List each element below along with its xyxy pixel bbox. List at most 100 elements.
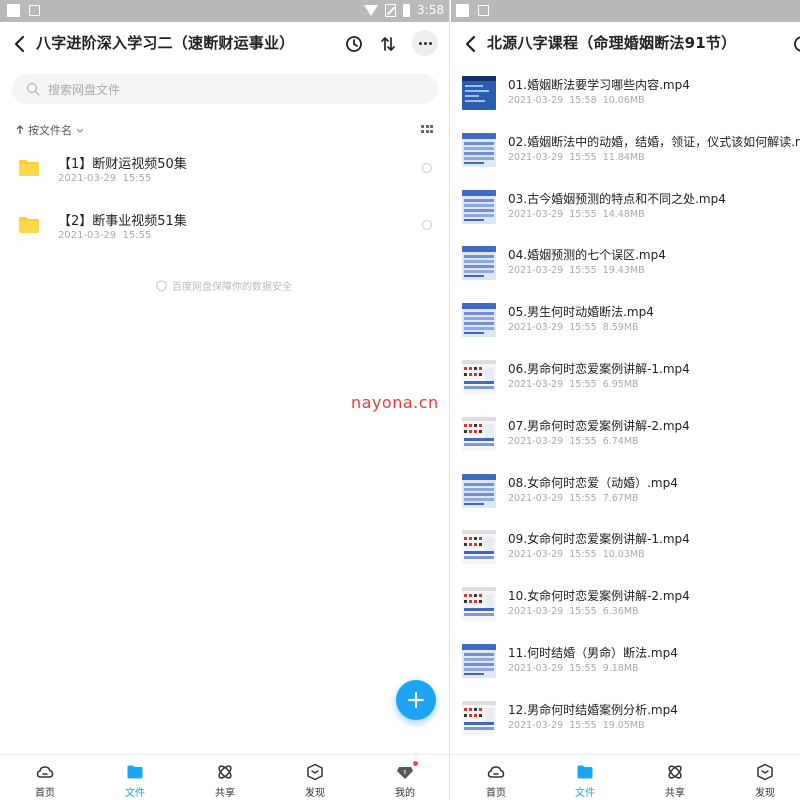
more-options-icon[interactable] — [412, 30, 438, 56]
file-size: 6.95MB — [602, 379, 639, 390]
search-icon — [26, 82, 40, 96]
tab-files[interactable]: 文件 — [110, 763, 160, 799]
file-time: 15:55 — [569, 151, 597, 163]
file-time: 15:55 — [569, 719, 597, 731]
file-row[interactable]: 02.婚姻断法中的动婚，结婚，领证，仪式该如何解读.mp4 2021-03-29 … — [451, 131, 800, 188]
file-name: 10.女命何时恋爱案例讲解-2.mp4 — [508, 589, 690, 604]
file-date: 2021-03-29 — [508, 265, 564, 277]
file-name: 04.婚姻预测的七个误区.mp4 — [508, 248, 666, 263]
file-time: 15:55 — [569, 208, 597, 220]
video-thumbnail — [462, 700, 496, 735]
svg-text:$: $ — [403, 770, 406, 776]
file-row[interactable]: 08.女命何时恋爱（动婚）.mp4 2021-03-29 15:55 7.67MB — [451, 472, 800, 529]
video-thumbnail — [462, 76, 496, 110]
file-meta: 2021-03-29 15:55 6.95MB — [508, 379, 639, 390]
folder-name: 【1】断财运视频50集 — [58, 157, 187, 172]
file-time: 15:55 — [569, 606, 597, 618]
cloud-home-icon — [487, 766, 505, 778]
chevron-down-icon — [76, 128, 84, 133]
file-date: 2021-03-29 — [508, 208, 564, 220]
tab-share[interactable]: 共享 — [200, 763, 250, 799]
file-name: 05.男生何时动婚断法.mp4 — [508, 305, 654, 320]
file-row[interactable]: 04.婚姻预测的七个误区.mp4 2021-03-29 15:55 19.43MB — [451, 244, 800, 301]
image-notification-icon — [478, 5, 489, 16]
file-meta: 2021-03-29 15:55 11.84MB — [508, 152, 645, 163]
file-row[interactable]: 11.何时结婚（男命）断法.mp4 2021-03-29 15:55 9.18MB — [451, 642, 800, 699]
file-size: 19.43MB — [602, 265, 645, 277]
image-notification-icon — [29, 5, 40, 16]
bottom-tab-bar: 首页 文件 共享 发现 $ 我的 — [0, 754, 449, 800]
file-row[interactable]: 01.婚姻断法要学习哪些内容.mp4 2021-03-29 15:58 10.06… — [451, 74, 800, 131]
sort-by-name-button[interactable]: 按文件名 — [16, 122, 84, 138]
file-meta: 2021-03-29 15:55 8.59MB — [508, 322, 639, 333]
status-icons-left-pane: 3:58 — [364, 3, 444, 17]
file-time: 15:55 — [569, 435, 597, 447]
video-thumbnail — [462, 587, 496, 622]
file-name: 02.婚姻断法中的动婚，结婚，领证，仪式该如何解读.mp4 — [508, 134, 800, 149]
file-row[interactable]: 06.男命何时恋爱案例讲解-1.mp4 2021-03-29 15:55 6.95… — [451, 358, 800, 415]
folder-row[interactable]: 【1】断财运视频50集 2021-03-29 15:55 — [0, 153, 449, 209]
bottom-tab-bar: 首页 文件 共享 发现 — [451, 754, 800, 800]
watermark-text: nayona.cn — [351, 393, 439, 412]
add-button[interactable] — [396, 680, 436, 720]
tab-share[interactable]: 共享 — [650, 763, 700, 799]
file-row[interactable]: 03.古今婚姻预测的特点和不同之处.mp4 2021-03-29 15:55 14… — [451, 188, 800, 245]
file-row[interactable]: 10.女命何时恋爱案例讲解-2.mp4 2021-03-29 15:55 6.36… — [451, 585, 800, 642]
file-time: 15:55 — [569, 322, 597, 334]
file-meta: 2021-03-29 15:55 14.48MB — [508, 209, 645, 220]
search-placeholder: 搜索网盘文件 — [48, 82, 121, 97]
folder-row[interactable]: 【2】断事业视频51集 2021-03-29 15:55 — [0, 210, 449, 266]
file-size: 8.59MB — [602, 322, 639, 334]
tab-home[interactable]: 首页 — [471, 763, 521, 799]
history-icon[interactable] — [344, 34, 364, 54]
file-row[interactable]: 09.女命何时恋爱案例讲解-1.mp4 2021-03-29 15:55 10.0… — [451, 528, 800, 585]
file-size: 9.18MB — [602, 663, 639, 674]
folder-date: 2021-03-29 15:55 — [58, 230, 152, 241]
video-thumbnail — [462, 189, 496, 224]
sort-toggle-icon[interactable] — [378, 34, 398, 54]
back-icon[interactable] — [463, 34, 479, 54]
video-thumbnail — [462, 132, 496, 167]
file-size: 14.48MB — [602, 208, 645, 220]
file-date: 2021-03-29 — [508, 379, 564, 390]
history-icon[interactable] — [792, 34, 800, 54]
folder-name: 【2】断事业视频51集 — [58, 214, 187, 229]
folder-date: 2021-03-29 15:55 — [58, 173, 152, 184]
tab-discover[interactable]: 发现 — [740, 763, 790, 799]
right-header: 北源八字课程（命理婚姻断法91节） — [451, 22, 800, 66]
plus-icon — [407, 691, 425, 709]
wifi-icon — [364, 4, 379, 16]
file-name: 06.男命何时恋爱案例讲解-1.mp4 — [508, 362, 690, 376]
file-date: 2021-03-29 — [508, 322, 564, 334]
file-meta: 2021-03-29 15:55 19.43MB — [508, 265, 645, 276]
file-row[interactable]: 07.男命何时恋爱案例讲解-2.mp4 2021-03-29 15:55 6.74… — [451, 415, 800, 472]
tab-files[interactable]: 文件 — [560, 763, 610, 799]
discover-box-icon — [307, 763, 323, 781]
tab-discover[interactable]: 发现 — [290, 763, 340, 799]
file-row[interactable]: 05.男生何时动婚断法.mp4 2021-03-29 15:55 8.59MB — [451, 301, 800, 358]
file-row[interactable]: 12.男命何时结婚案例分析.mp4 2021-03-29 15:55 19.05M… — [451, 699, 800, 756]
tab-home[interactable]: 首页 — [20, 763, 70, 799]
notification-square-icon — [7, 4, 20, 17]
video-thumbnail — [462, 360, 496, 394]
notification-dot — [413, 761, 418, 766]
tab-mine[interactable]: $ 我的 — [380, 761, 430, 799]
back-icon[interactable] — [12, 34, 28, 54]
file-meta: 2021-03-29 15:55 6.36MB — [508, 606, 639, 617]
file-time: 15:55 — [569, 549, 597, 561]
vip-badge-icon: $ — [397, 767, 413, 779]
file-time: 15:58 — [569, 95, 597, 106]
search-input[interactable]: 搜索网盘文件 — [12, 74, 438, 104]
video-thumbnail — [462, 246, 496, 281]
file-time: 15:55 — [569, 492, 597, 504]
select-radio[interactable] — [422, 220, 432, 230]
page-title: 北源八字课程（命理婚姻断法91节） — [487, 34, 737, 52]
file-date: 2021-03-29 — [508, 492, 564, 504]
file-date: 2021-03-29 — [508, 606, 564, 618]
file-name: 01.婚姻断法要学习哪些内容.mp4 — [508, 78, 690, 92]
file-time: 15:55 — [569, 265, 597, 277]
grid-view-icon[interactable] — [421, 125, 433, 133]
file-date: 2021-03-29 — [508, 151, 564, 163]
select-radio[interactable] — [422, 163, 432, 173]
file-date: 2021-03-29 — [508, 719, 564, 731]
